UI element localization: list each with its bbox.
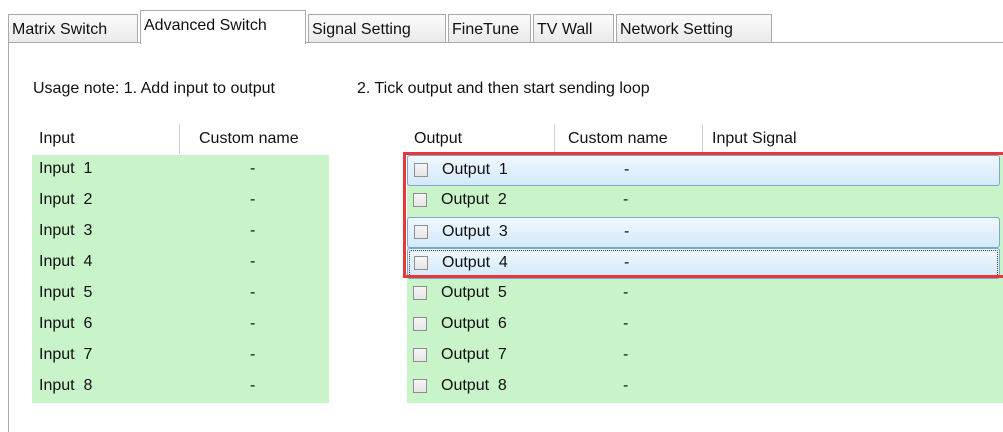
output-row[interactable]: Output 2 -	[407, 186, 1003, 217]
input-table-header: Input Custom name	[32, 124, 329, 155]
input-custom-name: -	[250, 191, 256, 208]
output-name: Output 6	[441, 315, 507, 332]
output-custom-name: -	[624, 161, 630, 178]
tab-bar: Matrix Switch Advanced Switch Signal Set…	[8, 10, 993, 44]
input-name: Input 5	[39, 284, 93, 301]
output-name: Output 5	[441, 284, 507, 301]
usage-note: Usage note: 1. Add input to output	[33, 80, 275, 97]
input-table: Input Custom name Input 1 - Input 2 - Inpu…	[32, 124, 329, 403]
input-name: Input 3	[39, 222, 93, 239]
output-custom-name: -	[624, 223, 630, 240]
input-custom-name: -	[250, 284, 256, 301]
input-name: Input 8	[39, 377, 93, 394]
tab-signal-setting[interactable]: Signal Setting	[308, 14, 446, 43]
input-row[interactable]: Input 4 -	[32, 248, 329, 279]
output-name: Output 1	[442, 161, 508, 178]
usage-note-step2: 2. Tick output and then start sending lo…	[357, 80, 650, 97]
input-name: Input 6	[39, 315, 93, 332]
tab-advanced-switch[interactable]: Advanced Switch	[140, 10, 306, 44]
input-name: Input 2	[39, 191, 93, 208]
input-list: Input 1 - Input 2 - Input 3 - Input 4 - Inpu…	[32, 155, 329, 403]
output-custom-name: -	[623, 346, 629, 363]
output-checkbox[interactable]	[413, 379, 427, 393]
input-signal-header[interactable]: Input Signal	[712, 130, 797, 148]
output-name: Output 8	[441, 377, 507, 394]
output-list: Output 1- Output 2- Output 3- Output 4- …	[407, 155, 1003, 403]
input-name: Input 1	[39, 160, 93, 177]
input-name: Input 7	[39, 346, 93, 363]
output-custom-name: -	[623, 315, 629, 332]
input-row[interactable]: Input 5 -	[32, 279, 329, 310]
output-checkbox[interactable]	[413, 193, 427, 207]
output-name: Output 3	[442, 223, 508, 240]
input-custom-name: -	[250, 253, 256, 270]
input-row[interactable]: Input 7 -	[32, 341, 329, 372]
output-checkbox[interactable]	[413, 286, 427, 300]
output-row[interactable]: Output 8 -	[407, 372, 1003, 403]
input-row[interactable]: Input 8 -	[32, 372, 329, 403]
output-row[interactable]: Output 5 -	[407, 279, 1003, 310]
output-name: Output 2	[441, 191, 507, 208]
output-checkbox[interactable]	[414, 225, 428, 239]
output-checkbox[interactable]	[413, 348, 427, 362]
input-row[interactable]: Input 6 -	[32, 310, 329, 341]
output-row[interactable]: Output 3 -	[407, 217, 1000, 248]
input-custom-name: -	[250, 222, 256, 239]
input-row[interactable]: Input 2 -	[32, 186, 329, 217]
input-column-header[interactable]: Input	[39, 130, 75, 148]
output-checkbox[interactable]	[413, 317, 427, 331]
input-row[interactable]: Input 3 -	[32, 217, 329, 248]
output-name: Output 7	[441, 346, 507, 363]
output-custom-name: -	[623, 284, 629, 301]
tab-finetune[interactable]: FineTune	[448, 14, 531, 43]
output-custom-name-header[interactable]: Custom name	[568, 130, 668, 148]
input-custom-name: -	[250, 346, 256, 363]
output-row[interactable]: Output 1 -	[407, 155, 1000, 186]
input-custom-name: -	[250, 377, 256, 394]
tab-network-setting[interactable]: Network Setting	[616, 14, 772, 43]
input-name: Input 4	[39, 253, 93, 270]
output-table-header: Output Custom name Input Signal	[407, 124, 1003, 155]
output-custom-name: -	[623, 191, 629, 208]
output-row[interactable]: Output 4 -	[407, 248, 1000, 279]
output-checkbox[interactable]	[414, 256, 428, 270]
tab-tv-wall[interactable]: TV Wall	[533, 14, 614, 43]
output-row[interactable]: Output 6 -	[407, 310, 1003, 341]
input-custom-name-header[interactable]: Custom name	[199, 130, 299, 148]
tab-matrix-switch[interactable]: Matrix Switch	[8, 14, 138, 43]
output-checkbox[interactable]	[414, 163, 428, 177]
output-custom-name: -	[623, 377, 629, 394]
input-custom-name: -	[250, 315, 256, 332]
input-custom-name: -	[250, 160, 256, 177]
output-table: Output Custom name Input Signal Output 1…	[407, 124, 1003, 403]
output-custom-name: -	[624, 254, 630, 271]
input-row[interactable]: Input 1 -	[32, 155, 329, 186]
output-name: Output 4	[442, 254, 508, 271]
output-column-header[interactable]: Output	[414, 130, 462, 148]
output-row[interactable]: Output 7 -	[407, 341, 1003, 372]
